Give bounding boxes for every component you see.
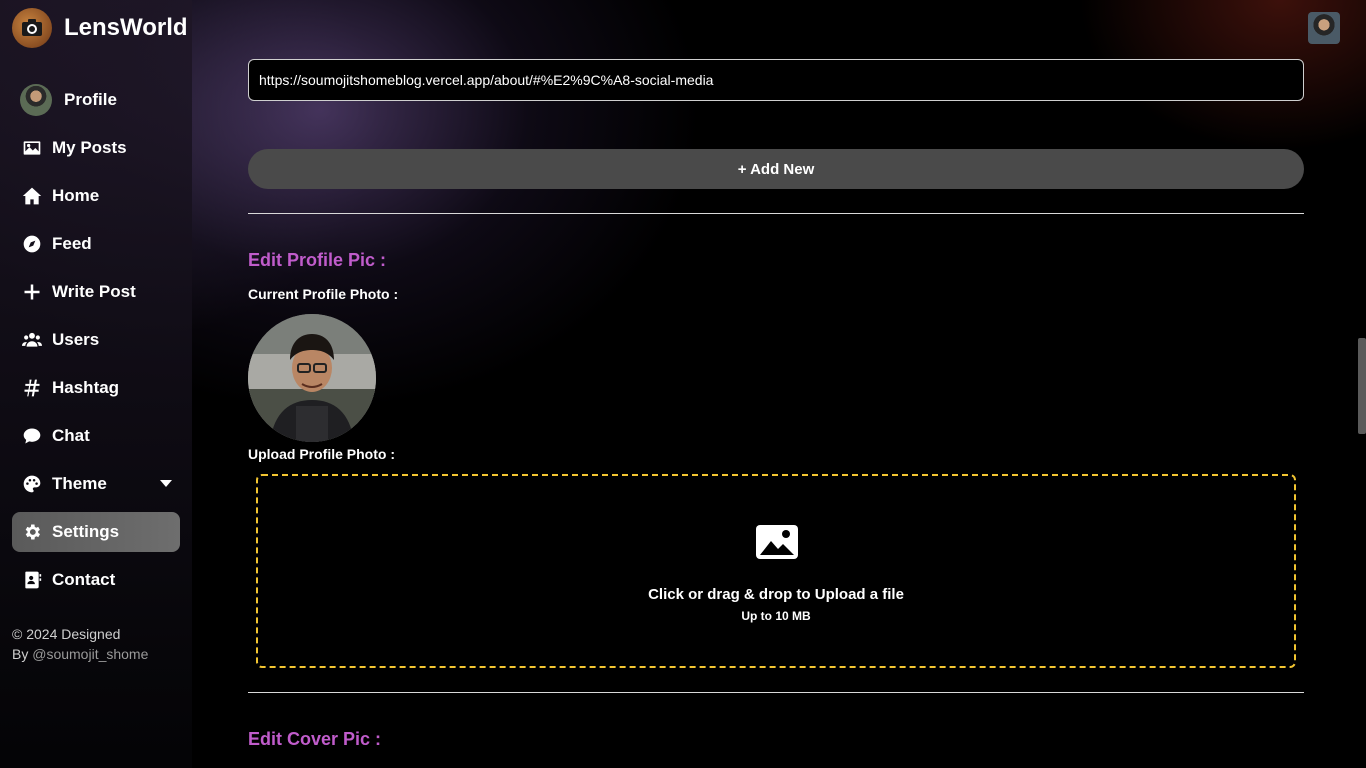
sidebar-item-label: Users bbox=[52, 330, 100, 349]
dropzone-size-limit: Up to 10 MB bbox=[741, 609, 811, 623]
sidebar-item-label: Profile bbox=[64, 90, 117, 109]
brand[interactable]: LensWorld bbox=[12, 8, 188, 48]
sidebar-item-contact[interactable]: Contact bbox=[12, 560, 180, 600]
sidebar-nav: Profile My Posts Home Feed Write Post Us… bbox=[12, 80, 180, 608]
user-avatar-button[interactable] bbox=[1308, 12, 1340, 44]
users-icon bbox=[20, 328, 44, 352]
image-icon bbox=[20, 136, 44, 160]
sidebar-item-hashtag[interactable]: Hashtag bbox=[12, 368, 180, 408]
author-handle-link[interactable]: @soumojit_shome bbox=[32, 646, 148, 662]
sidebar-item-theme[interactable]: Theme bbox=[12, 464, 180, 504]
sidebar-item-users[interactable]: Users bbox=[12, 320, 180, 360]
compass-icon bbox=[20, 232, 44, 256]
sidebar-item-profile[interactable]: Profile bbox=[12, 80, 180, 120]
brand-name: LensWorld bbox=[64, 14, 188, 41]
copyright-text: © 2024 Designed bbox=[12, 626, 121, 642]
sidebar-item-label: Settings bbox=[52, 522, 120, 541]
sidebar-item-chat[interactable]: Chat bbox=[12, 416, 180, 456]
sidebar-item-feed[interactable]: Feed bbox=[12, 224, 180, 264]
sidebar-item-label: Hashtag bbox=[52, 378, 120, 397]
avatar bbox=[20, 84, 52, 116]
sidebar-item-label: Home bbox=[52, 186, 100, 205]
edit-profile-pic-title: Edit Profile Pic : bbox=[248, 250, 387, 270]
sidebar-item-label: Feed bbox=[52, 234, 92, 253]
credit-line: By @soumojit_shome bbox=[12, 644, 148, 664]
palette-icon bbox=[20, 472, 44, 496]
upload-profile-photo-label: Upload Profile Photo : bbox=[248, 446, 395, 462]
divider bbox=[248, 692, 1304, 693]
add-new-button[interactable]: + Add New bbox=[248, 149, 1304, 189]
contact-card-icon bbox=[20, 568, 44, 592]
sidebar-item-label: Chat bbox=[52, 426, 90, 445]
sidebar-item-label: My Posts bbox=[52, 138, 127, 157]
home-icon bbox=[20, 184, 44, 208]
hashtag-icon bbox=[20, 376, 44, 400]
sidebar-item-home[interactable]: Home bbox=[12, 176, 180, 216]
social-link-input[interactable] bbox=[248, 59, 1304, 101]
image-upload-icon bbox=[755, 524, 799, 560]
credit-prefix: By bbox=[12, 646, 33, 662]
sidebar-item-my-posts[interactable]: My Posts bbox=[12, 128, 180, 168]
sidebar-footer: © 2024 Designed By @soumojit_shome bbox=[12, 624, 148, 664]
profile-photo-dropzone[interactable]: Click or drag & drop to Upload a file Up… bbox=[256, 474, 1296, 668]
sidebar: LensWorld Profile My Posts Home Feed Wri… bbox=[0, 0, 192, 768]
current-profile-photo bbox=[248, 314, 376, 442]
chat-icon bbox=[20, 424, 44, 448]
gear-icon bbox=[20, 520, 44, 544]
sidebar-item-label: Write Post bbox=[52, 282, 136, 301]
edit-cover-pic-title: Edit Cover Pic : bbox=[248, 729, 382, 749]
dropzone-text: Click or drag & drop to Upload a file bbox=[648, 586, 904, 603]
sidebar-item-label: Contact bbox=[52, 570, 116, 589]
divider bbox=[248, 213, 1304, 214]
page-scrollbar[interactable] bbox=[1358, 338, 1366, 434]
sidebar-item-write-post[interactable]: Write Post bbox=[12, 272, 180, 312]
sidebar-item-settings[interactable]: Settings bbox=[12, 512, 180, 552]
current-profile-photo-label: Current Profile Photo : bbox=[248, 286, 399, 302]
plus-icon bbox=[20, 280, 44, 304]
sidebar-item-label: Theme bbox=[52, 474, 107, 493]
chevron-down-icon[interactable] bbox=[160, 480, 172, 487]
camera-icon bbox=[12, 8, 52, 48]
main-content: + Add New Edit Profile Pic : Current Pro… bbox=[248, 0, 1304, 768]
